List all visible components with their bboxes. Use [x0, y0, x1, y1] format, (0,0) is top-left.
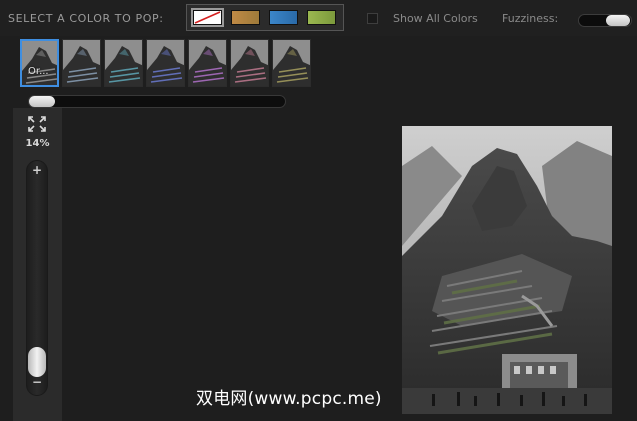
fuzziness-slider[interactable] [578, 14, 632, 27]
preset-thumbnail[interactable] [188, 39, 227, 87]
no-color-icon [194, 11, 221, 24]
swatch-green[interactable] [307, 10, 336, 25]
zoom-percent: 14% [25, 138, 50, 149]
thumbnail-caption: Or... [28, 66, 49, 77]
thumbnail-image [147, 40, 184, 86]
zoom-in-button[interactable]: + [31, 164, 43, 176]
thumbnail-image [273, 40, 310, 86]
preset-thumbnail[interactable] [104, 39, 143, 87]
watermark-text: 双电网(www.pcpc.me) [196, 389, 382, 409]
zoom-out-button[interactable]: − [31, 376, 43, 388]
swatch-orange[interactable] [231, 10, 260, 25]
thumbnail-image [22, 41, 57, 85]
thumbnail-image [231, 40, 268, 86]
zoom-panel: 14% + − [13, 108, 62, 421]
select-color-label: SELECT A COLOR TO POP: [8, 12, 164, 25]
thumbnail-scrollbar[interactable] [28, 95, 286, 108]
thumbnail-image [63, 40, 100, 86]
zoom-slider[interactable]: + − [26, 160, 48, 396]
swatch-none[interactable] [191, 8, 224, 27]
preset-thumbnail[interactable] [272, 39, 311, 87]
swatch-blue[interactable] [269, 10, 298, 25]
machu-picchu-photo[interactable] [402, 126, 612, 414]
thumbnail-image [105, 40, 142, 86]
fit-to-screen-icon[interactable] [27, 115, 47, 133]
fuzziness-slider-knob[interactable] [606, 15, 630, 26]
toolbar: SELECT A COLOR TO POP: Show All Colors F… [0, 0, 637, 36]
fuzziness-label: Fuzziness: [502, 12, 559, 25]
color-swatch-group [186, 4, 344, 31]
show-all-colors-checkbox[interactable] [367, 13, 378, 24]
preset-thumbnail[interactable]: Or... [20, 39, 59, 87]
preset-thumbnail[interactable] [230, 39, 269, 87]
thumbnail-scrollbar-knob[interactable] [29, 96, 55, 107]
thumbnail-image [189, 40, 226, 86]
preset-thumbnail[interactable] [62, 39, 101, 87]
show-all-colors-label: Show All Colors [393, 12, 478, 25]
preset-thumbnail[interactable] [146, 39, 185, 87]
zoom-slider-knob[interactable] [28, 347, 46, 377]
